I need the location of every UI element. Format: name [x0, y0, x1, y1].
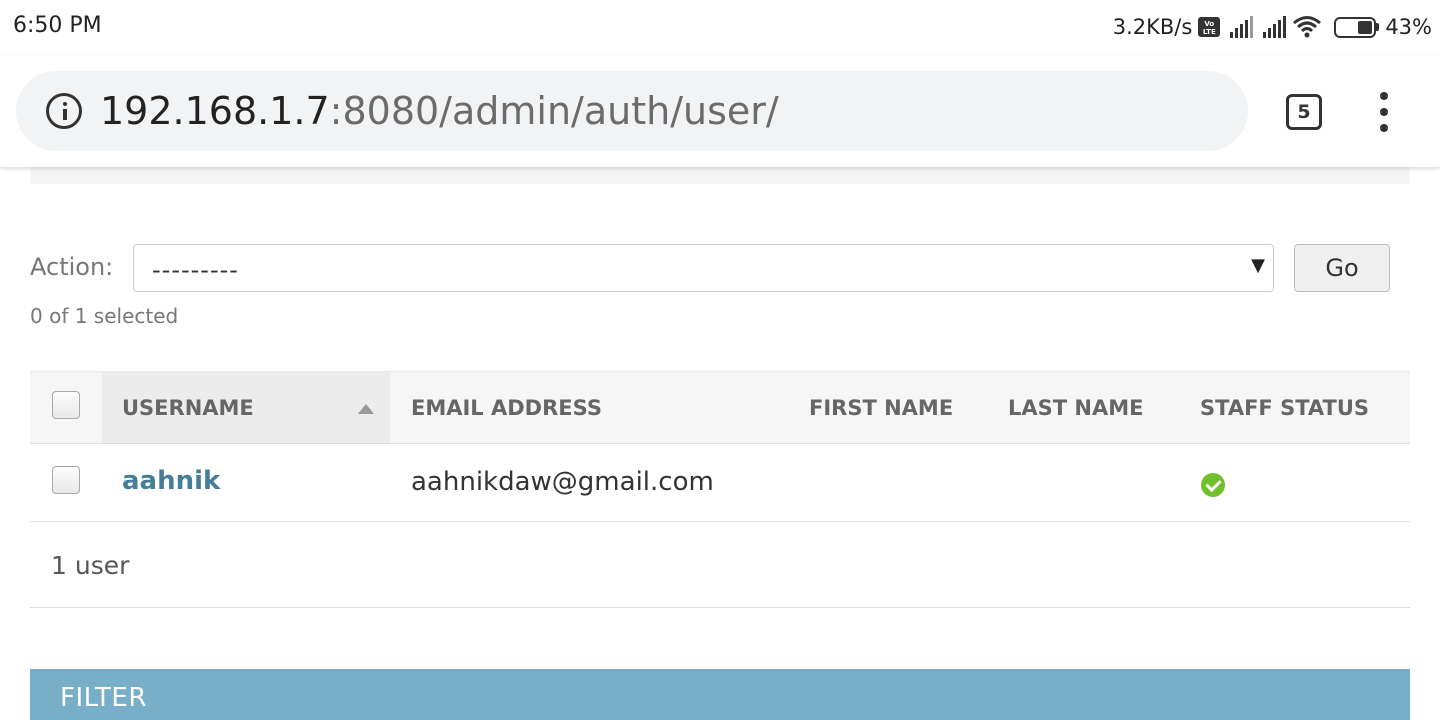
result-count: 1 user [51, 551, 130, 580]
selection-counter: 0 of 1 selected [30, 304, 179, 328]
content-top-strip [30, 167, 1410, 184]
signal-icon-2 [1263, 16, 1287, 38]
status-indicators: 3.2KB/s Vo LTE 43% [1113, 12, 1432, 42]
filter-panel-header: FILTER [30, 669, 1410, 720]
overflow-menu-icon[interactable] [1372, 92, 1396, 132]
dropdown-arrow-icon: ▼ [1251, 255, 1265, 276]
address-bar[interactable]: 192.168.1.7:8080/admin/auth/user/ [16, 71, 1248, 151]
paginator: 1 user [30, 522, 1410, 608]
column-header-username[interactable]: USERNAME [122, 396, 254, 420]
signal-icon [1230, 16, 1254, 38]
battery-level: 43% [1385, 15, 1432, 39]
action-select[interactable]: --------- ▼ [133, 244, 1274, 292]
wifi-icon [1293, 16, 1322, 38]
sort-ascending-icon[interactable] [358, 404, 374, 414]
network-speed: 3.2KB/s [1112, 15, 1193, 39]
go-button[interactable]: Go [1294, 244, 1390, 292]
action-label: Action: [30, 253, 114, 281]
row-checkbox[interactable] [52, 466, 80, 494]
volte-icon: Vo LTE [1198, 17, 1221, 37]
browser-toolbar: 192.168.1.7:8080/admin/auth/user/ 5 [0, 56, 1440, 167]
action-select-value: --------- [152, 256, 239, 284]
email-cell: aahnikdaw@gmail.com [411, 467, 714, 497]
staff-status-yes-icon [1201, 473, 1225, 497]
select-all-checkbox[interactable] [52, 391, 80, 419]
column-header-staff-status[interactable]: STAFF STATUS [1200, 396, 1369, 420]
url-path: :8080/admin/auth/user/ [329, 89, 779, 133]
status-time: 6:50 PM [13, 13, 102, 38]
filter-title: FILTER [60, 683, 147, 713]
column-header-email[interactable]: EMAIL ADDRESS [411, 396, 602, 420]
info-icon[interactable] [46, 93, 82, 129]
url-host: 192.168.1.7 [100, 89, 330, 133]
table-header: USERNAME EMAIL ADDRESS FIRST NAME LAST N… [30, 371, 1410, 444]
column-header-last-name[interactable]: LAST NAME [1008, 396, 1143, 420]
url-text[interactable]: 192.168.1.7:8080/admin/auth/user/ [100, 89, 779, 133]
column-header-first-name[interactable]: FIRST NAME [809, 396, 953, 420]
status-bar: 6:50 PM 3.2KB/s Vo LTE 43% [0, 0, 1440, 56]
table-row: aahnik aahnikdaw@gmail.com [30, 444, 1410, 522]
username-link[interactable]: aahnik [122, 466, 220, 496]
battery-icon [1334, 16, 1380, 38]
tab-switcher-button[interactable]: 5 [1286, 94, 1322, 130]
